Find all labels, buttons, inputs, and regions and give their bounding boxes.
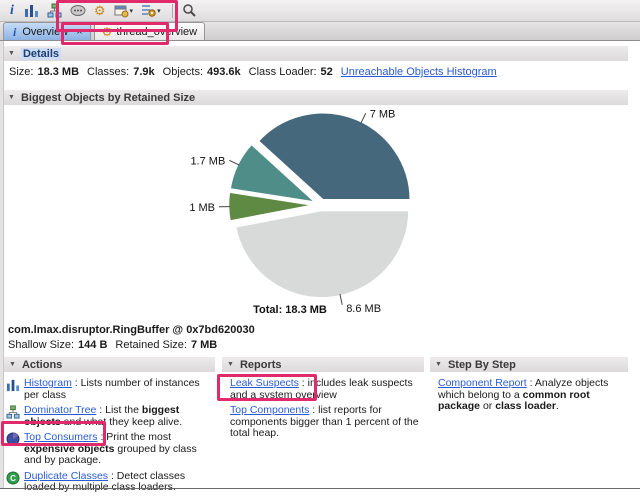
details-field-value: 52 [321,66,333,78]
step-desc-bold: class loader [495,400,556,412]
info-icon: i [8,4,16,18]
duplicate-classes-icon: C [6,471,20,489]
actions-section: ▼ Actions Histogram : Lists number of ins… [4,357,215,498]
leak-suspects-link[interactable]: Leak Suspects [230,377,299,389]
pie-total-label: Total: 18.3 MB [253,304,327,316]
action-item-dominator-tree: Dominator Tree : List the biggest object… [6,405,213,428]
action-desc: : Print the most [98,431,172,443]
toolbar-separator [172,4,173,18]
toolbar-button-overview[interactable]: i [5,2,19,20]
top-components-link[interactable]: Top Components [230,404,309,416]
query-browser-icon [114,3,129,18]
window-left-edge [0,41,4,489]
histogram-link[interactable]: Histogram [24,377,72,389]
action-desc: : List the [96,404,142,416]
top-consumers-icon [6,432,20,450]
unreachable-objects-histogram-link[interactable]: Unreachable Objects Histogram [341,66,497,78]
pie-slice-label: 1.7 MB [190,155,225,167]
section-title: Details [21,48,61,60]
action-desc: and what they keep alive. [61,416,182,428]
toolbar-button-thread-overview[interactable]: ⚙ [91,2,109,20]
chevron-down-icon: ▾ [157,7,161,15]
details-field-label: Objects: [163,66,203,78]
main-toolbar: i ⚙ ▾ ▾ [0,0,640,22]
chevron-down-icon: ▼ [435,361,442,368]
oql-icon [70,3,86,18]
selected-object-sizes: Shallow Size: 144 B Retained Size: 7 MB [8,339,225,351]
chevron-down-icon: ▾ [130,7,134,15]
tab-overview[interactable]: i Overview × [3,22,91,40]
toolbar-button-oql[interactable] [67,2,89,20]
tab-thread-overview[interactable]: ⚙ thread_overview [94,22,205,40]
shallow-size-label: Shallow Size: [8,339,74,351]
svg-text:C: C [10,474,16,483]
toolbar-button-dominator-tree[interactable] [44,2,65,20]
report-item-top-components: Top Components : list reports for compon… [224,405,422,440]
dominator-tree-icon [47,3,62,18]
chevron-down-icon: ▼ [8,50,15,57]
retained-size-value: 7 MB [191,339,217,351]
tab-label: thread_overview [116,26,197,38]
retained-size-pie-chart[interactable]: 7 MB 1.7 MB 1 MB 8.6 MB Total: 18.3 MB [0,106,640,322]
details-field-value: 7.9k [133,66,154,78]
step-desc: . [556,400,559,412]
expert-test-icon [141,3,156,18]
gear-icon: ⚙ [102,25,113,39]
step-by-step-section: ▼ Step By Step Component Report : Analyze… [430,357,628,417]
chevron-down-icon: ▼ [9,361,16,368]
histogram-icon [6,378,20,396]
section-title: Reports [240,359,282,371]
component-report-link[interactable]: Component Report [438,377,527,389]
chevron-down-icon: ▼ [8,94,15,101]
step-desc: or [480,400,495,412]
search-icon [182,3,197,18]
toolbar-button-query-browser[interactable]: ▾ [111,2,137,20]
close-icon[interactable]: × [76,26,82,38]
step-item-component-report: Component Report : Analyze objects which… [432,378,626,413]
pie-slice-label: 8.6 MB [346,303,381,315]
toolbar-button-histogram[interactable] [21,2,42,20]
top-consumers-link[interactable]: Top Consumers [24,431,98,443]
reports-section: ▼ Reports Leak Suspects : includes leak s… [222,357,424,444]
action-item-top-consumers: Top Consumers : Print the most expensive… [6,432,213,467]
dominator-tree-link[interactable]: Dominator Tree [24,404,96,416]
action-item-histogram: Histogram : Lists number of instances pe… [6,378,213,401]
step-by-step-section-header[interactable]: ▼ Step By Step [430,357,628,372]
pie-slice-8-6-MB[interactable] [235,210,410,298]
tab-bar: i Overview × ⚙ thread_overview [0,22,640,41]
window-bottom-edge [0,488,640,489]
shallow-size-value: 144 B [78,339,107,351]
pie-slice-label: 1 MB [189,202,215,214]
selected-object-name: com.lmax.disruptor.RingBuffer @ 0x7bd620… [8,324,255,336]
section-title: Actions [22,359,62,371]
retained-size-label: Retained Size: [115,339,187,351]
actions-section-header[interactable]: ▼ Actions [4,357,215,372]
action-item-duplicate-classes: CDuplicate Classes : Detect classes load… [6,471,213,494]
duplicate-classes-link[interactable]: Duplicate Classes [24,470,108,482]
gear-icon: ⚙ [94,4,106,18]
toolbar-button-expert-test[interactable]: ▾ [138,2,164,20]
details-field-label: Class Loader: [249,66,317,78]
tab-label: Overview [22,26,68,38]
details-section-header[interactable]: ▼ Details [3,46,628,61]
histogram-icon [24,3,39,18]
details-field-label: Size: [9,66,33,78]
toolbar-button-find[interactable] [179,2,200,20]
chevron-down-icon: ▼ [227,361,234,368]
info-icon: i [11,25,18,39]
details-field-value: 493.6k [207,66,241,78]
details-field-label: Classes: [87,66,129,78]
section-title: Biggest Objects by Retained Size [21,92,195,104]
reports-section-header[interactable]: ▼ Reports [222,357,424,372]
dominator-tree-icon [6,405,20,423]
details-summary: Size: 18.3 MB Classes: 7.9k Objects: 493.6k Cl… [9,66,497,78]
details-field-value: 18.3 MB [37,66,79,78]
section-title: Step By Step [448,359,516,371]
report-item-leak-suspects: Leak Suspects : includes leak suspects a… [224,378,422,401]
pie-slice-label: 7 MB [370,108,396,120]
biggest-objects-section-header[interactable]: ▼ Biggest Objects by Retained Size [3,90,628,105]
action-desc-bold: expensive objects [24,443,114,455]
